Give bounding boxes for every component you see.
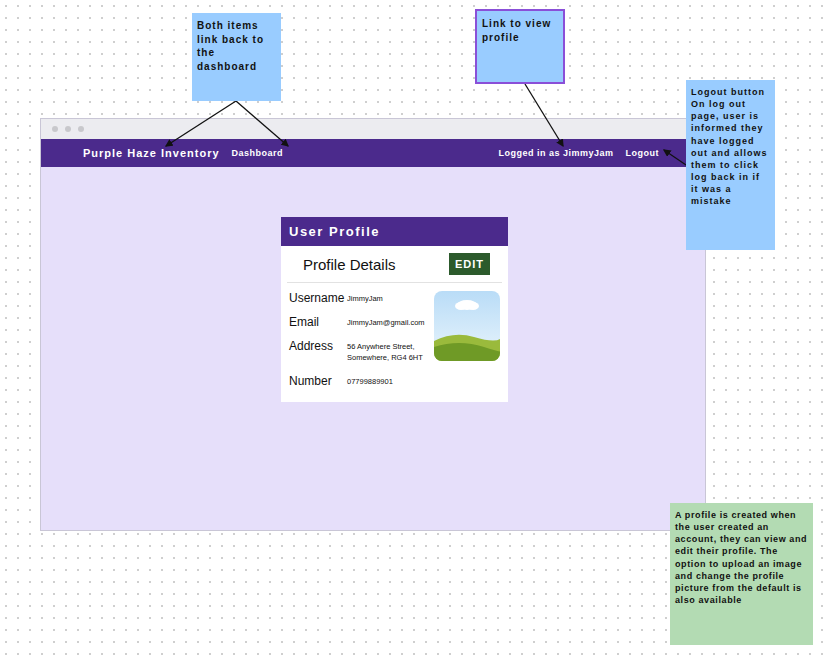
field-label: Number bbox=[289, 374, 347, 388]
field-value: JimmyJam bbox=[347, 291, 383, 304]
sticky-note[interactable]: Logout button On log out page, user is i… bbox=[686, 80, 775, 250]
window-dot bbox=[65, 126, 71, 132]
brand-link[interactable]: Purple Haze Inventory bbox=[83, 147, 220, 159]
field-label: Username bbox=[289, 291, 347, 305]
window-dot bbox=[52, 126, 58, 132]
nav-bar: Purple Haze Inventory Dashboard Logged in … bbox=[41, 139, 705, 167]
field-label: Email bbox=[289, 315, 347, 329]
browser-window: Purple Haze Inventory Dashboard Logged in … bbox=[40, 118, 706, 531]
field-label: Address bbox=[289, 339, 347, 353]
note-text: A profile is created when the user creat… bbox=[675, 510, 807, 605]
logout-link[interactable]: Logout bbox=[626, 148, 660, 158]
sticky-note[interactable]: Both items link back to the dashboard bbox=[192, 13, 281, 101]
dashboard-link[interactable]: Dashboard bbox=[232, 148, 284, 158]
edit-button[interactable]: EDIT bbox=[449, 253, 490, 275]
profile-field: EmailJimmyJam@gmail.com bbox=[289, 315, 430, 329]
profile-card: User Profile Profile Details EDIT UsernameJ… bbox=[281, 217, 508, 402]
profile-field: UsernameJimmyJam bbox=[289, 291, 430, 305]
field-value: 56 Anywhere Street, Somewhere, RG4 6HT bbox=[347, 339, 423, 364]
profile-link[interactable]: Logged in as JimmyJam bbox=[498, 148, 613, 158]
window-dot bbox=[78, 126, 84, 132]
profile-field: Address56 Anywhere Street, Somewhere, RG… bbox=[289, 339, 430, 364]
section-title: Profile Details bbox=[303, 256, 396, 273]
nav-right: Logged in as JimmyJam Logout bbox=[498, 148, 659, 158]
note-text: Logout button On log out page, user is i… bbox=[691, 87, 768, 206]
sticky-note[interactable]: A profile is created when the user creat… bbox=[670, 503, 813, 645]
profile-fields: UsernameJimmyJamEmailJimmyJam@gmail.comA… bbox=[289, 291, 430, 388]
field-value: 07799889901 bbox=[347, 374, 393, 387]
note-text: Both items link back to the dashboard bbox=[197, 20, 264, 72]
card-title: User Profile bbox=[281, 217, 508, 246]
card-body: UsernameJimmyJamEmailJimmyJam@gmail.comA… bbox=[281, 283, 508, 402]
note-text: Link to view profile bbox=[482, 18, 551, 43]
field-value: JimmyJam@gmail.com bbox=[347, 315, 425, 328]
sticky-note[interactable]: Link to view profile bbox=[475, 9, 565, 84]
content-area: User Profile Profile Details EDIT UsernameJ… bbox=[41, 167, 705, 530]
window-chrome bbox=[41, 119, 705, 139]
card-section-header: Profile Details EDIT bbox=[287, 246, 502, 283]
profile-field: Number07799889901 bbox=[289, 374, 430, 388]
profile-picture-icon[interactable] bbox=[434, 291, 500, 361]
